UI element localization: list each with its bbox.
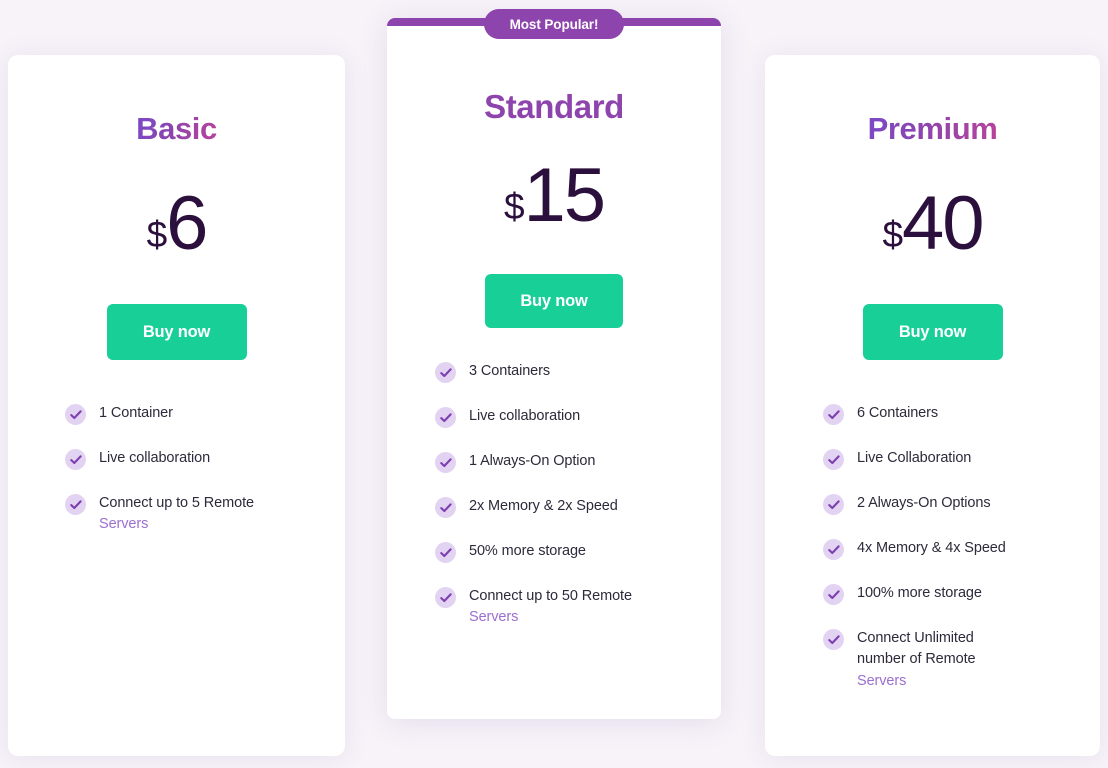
plan-title-premium: Premium — [867, 111, 998, 146]
plan-price-basic: $ 6 — [146, 181, 209, 266]
list-item: 50% more storage — [435, 541, 701, 563]
list-item: Live Collaboration — [823, 448, 1080, 470]
check-icon — [823, 629, 844, 650]
pricing-card-basic: Basic $ 6 Buy now 1 Container Live colla… — [8, 55, 345, 756]
feature-label: 6 Containers — [857, 405, 939, 421]
feature-label: 100% more storage — [857, 585, 982, 601]
currency-symbol: $ — [503, 186, 525, 227]
feature-label: Live Collaboration — [857, 450, 972, 466]
price-amount: 6 — [166, 181, 208, 266]
list-item: 1 Container — [65, 403, 325, 425]
pricing-table: Basic $ 6 Buy now 1 Container Live colla… — [0, 0, 1108, 768]
feature-label: Live collaboration — [469, 408, 581, 424]
check-icon — [435, 452, 456, 473]
list-item: 100% more storage — [823, 583, 1080, 605]
check-icon — [823, 539, 844, 560]
servers-link[interactable]: Servers — [99, 514, 254, 535]
feature-list-premium: 6 Containers Live Collaboration 2 Always… — [765, 403, 1100, 715]
list-item: Connect Unlimited number of Remote Serve… — [823, 628, 1080, 692]
feature-list-standard: 3 Containers Live collaboration 1 Always… — [387, 361, 721, 652]
plan-price-premium: $ 40 — [882, 181, 985, 266]
feature-label: 2 Always-On Options — [857, 495, 991, 511]
feature-label: Live collaboration — [99, 450, 211, 466]
list-item: 2 Always-On Options — [823, 493, 1080, 515]
list-item: 3 Containers — [435, 361, 701, 383]
check-icon — [823, 494, 844, 515]
check-icon — [823, 449, 844, 470]
currency-symbol: $ — [146, 214, 168, 255]
status-badge-most-popular: Most Popular! — [484, 9, 624, 39]
price-amount: 15 — [523, 153, 607, 238]
list-item: 6 Containers — [823, 403, 1080, 425]
price-amount: 40 — [902, 181, 985, 266]
feature-list-basic: 1 Container Live collaboration Connect u… — [8, 403, 345, 559]
pricing-card-premium: Premium $ 40 Buy now 6 Containers Live C… — [765, 55, 1100, 756]
feature-label: Connect up to 50 Remote Servers — [469, 586, 632, 629]
check-icon — [65, 494, 86, 515]
feature-label: 2x Memory & 2x Speed — [469, 498, 618, 514]
list-item: 1 Always-On Option — [435, 451, 701, 473]
list-item: 4x Memory & 4x Speed — [823, 538, 1080, 560]
feature-label: 4x Memory & 4x Speed — [857, 540, 1006, 556]
list-item: Live collaboration — [65, 448, 325, 470]
check-icon — [823, 404, 844, 425]
feature-label: Connect up to 5 Remote Servers — [99, 493, 254, 536]
feature-label: 50% more storage — [469, 543, 586, 559]
buy-now-button-standard[interactable]: Buy now — [485, 274, 623, 328]
check-icon — [435, 587, 456, 608]
plan-price-standard: $ 15 — [503, 153, 607, 238]
currency-symbol: $ — [882, 214, 903, 255]
list-item: Connect up to 5 Remote Servers — [65, 493, 325, 536]
buy-now-button-basic[interactable]: Buy now — [106, 304, 247, 360]
plan-title-basic: Basic — [136, 111, 217, 146]
check-icon — [823, 584, 844, 605]
list-item: Live collaboration — [435, 406, 701, 428]
servers-link[interactable]: Servers — [469, 607, 632, 628]
check-icon — [65, 449, 86, 470]
feature-label: 1 Container — [99, 405, 173, 421]
list-item: Connect up to 50 Remote Servers — [435, 586, 701, 629]
plan-title-standard: Standard — [484, 88, 624, 125]
check-icon — [435, 362, 456, 383]
feature-label: 3 Containers — [469, 363, 551, 379]
feature-label: Connect Unlimited number of Remote Serve… — [857, 628, 1007, 692]
pricing-card-standard: Standard $ 15 Buy now 3 Containers Live … — [387, 18, 721, 719]
buy-now-button-premium[interactable]: Buy now — [862, 304, 1003, 360]
list-item: 2x Memory & 2x Speed — [435, 496, 701, 518]
servers-link[interactable]: Servers — [857, 671, 1007, 692]
check-icon — [65, 404, 86, 425]
check-icon — [435, 407, 456, 428]
check-icon — [435, 542, 456, 563]
feature-label: 1 Always-On Option — [469, 453, 596, 469]
check-icon — [435, 497, 456, 518]
